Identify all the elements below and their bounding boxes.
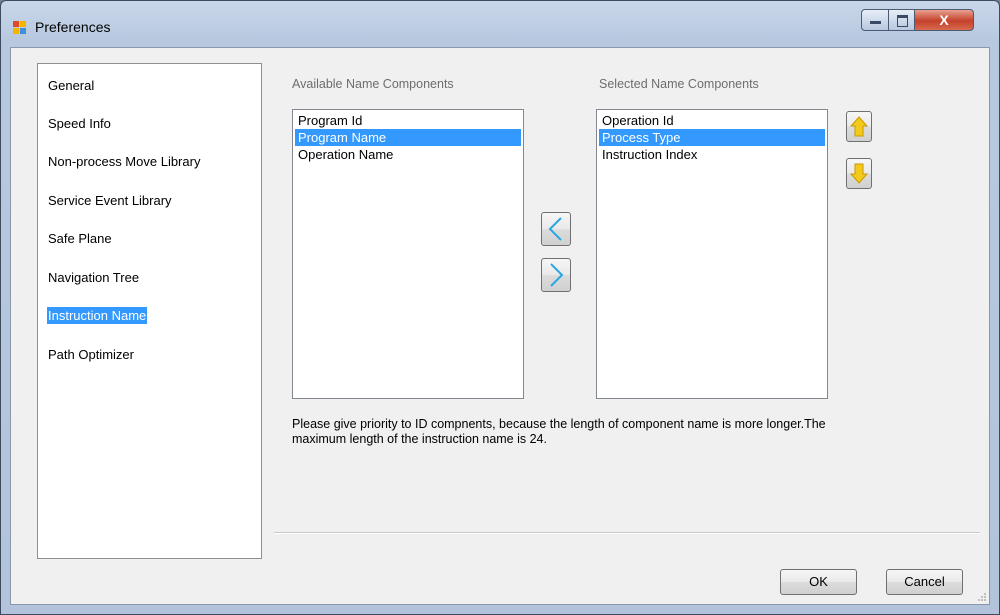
minimize-button[interactable] xyxy=(861,9,889,31)
available-components-list[interactable]: Program Id Program Name Operation Name xyxy=(292,109,524,399)
close-icon: X xyxy=(939,12,949,28)
list-item[interactable]: Process Type xyxy=(599,129,825,146)
list-item[interactable]: Operation Name xyxy=(295,146,521,163)
nav-item-general[interactable]: General xyxy=(47,77,95,94)
move-to-selected-button[interactable] xyxy=(541,258,571,292)
selected-components-label: Selected Name Components xyxy=(599,77,759,91)
selected-components-list[interactable]: Operation Id Process Type Instruction In… xyxy=(596,109,828,399)
move-down-button[interactable] xyxy=(846,158,872,189)
maximize-icon xyxy=(897,15,908,27)
arrow-right-icon xyxy=(550,263,564,287)
nav-item-safe-plane[interactable]: Safe Plane xyxy=(47,230,113,247)
window-title: Preferences xyxy=(35,19,111,35)
dialog-body: General Speed Info Non-process Move Libr… xyxy=(10,47,990,605)
move-to-available-button[interactable] xyxy=(541,212,571,246)
maximize-button[interactable] xyxy=(888,9,915,31)
preferences-window: Preferences X General Speed Info Non-pro… xyxy=(0,0,1000,615)
nav-item-service-event-library[interactable]: Service Event Library xyxy=(47,192,173,209)
arrow-down-icon xyxy=(849,163,869,184)
cancel-button[interactable]: Cancel xyxy=(886,569,963,595)
arrow-left-icon xyxy=(548,217,562,241)
available-components-label: Available Name Components xyxy=(292,77,454,91)
title-bar[interactable]: Preferences X xyxy=(1,1,999,47)
app-grid-icon xyxy=(13,21,27,35)
arrow-up-icon xyxy=(849,116,869,137)
nav-item-non-process-move-library[interactable]: Non-process Move Library xyxy=(47,153,201,170)
category-list[interactable]: General Speed Info Non-process Move Libr… xyxy=(37,63,262,559)
resize-grip-icon[interactable] xyxy=(977,592,987,602)
list-item[interactable]: Instruction Index xyxy=(599,146,825,163)
nav-item-navigation-tree[interactable]: Navigation Tree xyxy=(47,269,140,286)
list-item[interactable]: Operation Id xyxy=(599,112,825,129)
ok-button[interactable]: OK xyxy=(780,569,857,595)
nav-item-speed-info[interactable]: Speed Info xyxy=(47,115,112,132)
close-button[interactable]: X xyxy=(914,9,974,31)
move-up-button[interactable] xyxy=(846,111,872,142)
instruction-name-note: Please give priority to ID compnents, be… xyxy=(292,417,826,446)
list-item[interactable]: Program Name xyxy=(295,129,521,146)
nav-item-instruction-name[interactable]: Instruction Name xyxy=(47,307,148,324)
minimize-icon xyxy=(870,21,881,24)
list-item[interactable]: Program Id xyxy=(295,112,521,129)
nav-item-path-optimizer[interactable]: Path Optimizer xyxy=(47,346,135,363)
footer-divider-highlight xyxy=(274,533,980,534)
